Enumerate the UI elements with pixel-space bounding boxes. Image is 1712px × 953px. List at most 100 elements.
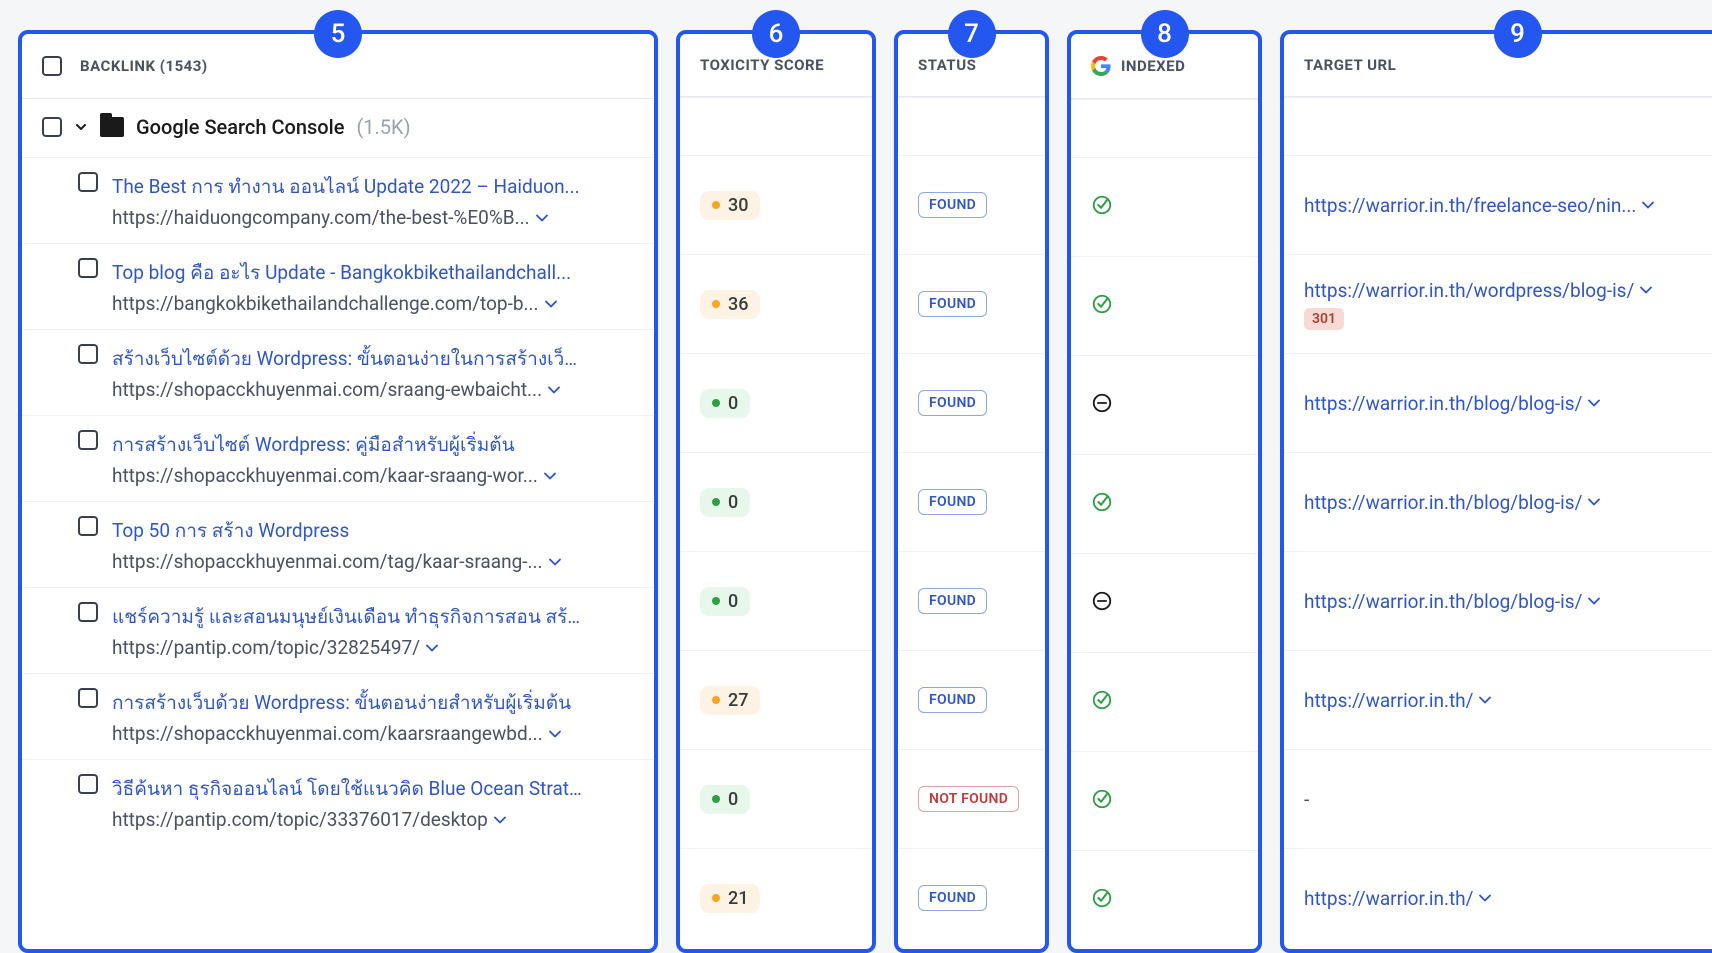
select-all-checkbox[interactable] xyxy=(42,56,62,76)
toxicity-pill: 0 xyxy=(700,488,750,517)
check-circle-icon xyxy=(1091,491,1113,518)
table-row xyxy=(1071,454,1258,553)
row-checkbox[interactable] xyxy=(78,430,98,450)
table-row xyxy=(1071,355,1258,454)
backlink-url[interactable]: https://bangkokbikethailandchallenge.com… xyxy=(112,292,539,315)
dot-icon xyxy=(712,795,720,803)
backlink-url[interactable]: https://shopacckhuyenmai.com/sraang-ewba… xyxy=(112,378,542,401)
caret-down-icon[interactable] xyxy=(1642,201,1654,209)
table-row: NOT FOUND xyxy=(898,749,1045,848)
dot-icon xyxy=(712,399,720,407)
callout-8: 8 xyxy=(1141,10,1189,58)
caret-down-icon[interactable] xyxy=(1588,597,1600,605)
target-url[interactable]: https://warrior.in.th/blog/blog-is/ xyxy=(1304,491,1582,514)
table-row: FOUND xyxy=(898,650,1045,749)
row-checkbox[interactable] xyxy=(78,774,98,794)
backlink-title[interactable]: The Best การ ทํางาน ออนไลน์ Update 2022 … xyxy=(112,172,582,202)
row-checkbox[interactable] xyxy=(78,172,98,192)
table-row: FOUND xyxy=(898,155,1045,254)
toxicity-pill: 0 xyxy=(700,389,750,418)
toxicity-value: 0 xyxy=(728,591,738,612)
toxicity-pill: 36 xyxy=(700,290,760,319)
table-row: 21 xyxy=(680,848,872,947)
table-row: วิธีค้นหา ธุรกิจออนไลน์ โดยใช้แนวคิด Blu… xyxy=(22,759,654,845)
callout-5: 5 xyxy=(314,10,362,58)
table-row xyxy=(1071,157,1258,256)
target-url[interactable]: https://warrior.in.th/freelance-seo/nin.… xyxy=(1304,194,1636,217)
target-url[interactable]: https://warrior.in.th/ xyxy=(1304,887,1473,910)
table-row xyxy=(1071,256,1258,355)
target-url[interactable]: https://warrior.in.th/blog/blog-is/ xyxy=(1304,392,1582,415)
dot-icon xyxy=(712,201,720,209)
table-row: FOUND xyxy=(898,848,1045,947)
target-url[interactable]: https://warrior.in.th/wordpress/blog-is/ xyxy=(1304,279,1634,302)
backlink-url[interactable]: https://shopacckhuyenmai.com/tag/kaar-sr… xyxy=(112,550,543,573)
backlink-title[interactable]: สร้างเว็บไซต์ด้วย Wordpress: ขั้นตอนง่าย… xyxy=(112,344,582,374)
backlink-url[interactable]: https://haiduongcompany.com/the-best-%E0… xyxy=(112,206,530,229)
backlink-title[interactable]: Top blog คือ อะไร Update - Bangkokbiketh… xyxy=(112,258,582,288)
toxicity-pill: 27 xyxy=(700,686,760,715)
table-row: 0 xyxy=(680,353,872,452)
status-badge: NOT FOUND xyxy=(918,786,1019,812)
status-badge: FOUND xyxy=(918,390,987,416)
table-row: Top 50 การ สร้าง Wordpress https://shopa… xyxy=(22,501,654,587)
target-url[interactable]: https://warrior.in.th/blog/blog-is/ xyxy=(1304,590,1582,613)
toxicity-value: 0 xyxy=(728,393,738,414)
table-row: 0 xyxy=(680,749,872,848)
backlink-title[interactable]: การสร้างเว็บไซต์ Wordpress: คู่มือสำหรับ… xyxy=(112,430,582,460)
table-row xyxy=(1071,751,1258,850)
check-circle-icon xyxy=(1091,689,1113,716)
group-label: Google Search Console xyxy=(136,115,344,139)
backlink-url[interactable]: https://shopacckhuyenmai.com/kaarsraange… xyxy=(112,722,543,745)
toxicity-value: 30 xyxy=(728,195,748,216)
col-toxicity: 6 TOXICITY SCORE 30 36 0 0 0 27 0 2 xyxy=(676,30,876,953)
backlink-url[interactable]: https://shopacckhuyenmai.com/kaar-sraang… xyxy=(112,464,538,487)
caret-down-icon[interactable] xyxy=(494,816,506,824)
caret-down-icon[interactable] xyxy=(549,558,561,566)
backlink-title[interactable]: การสร้างเว็บด้วย Wordpress: ขั้นตอนง่ายส… xyxy=(112,688,582,718)
group-spacer xyxy=(1284,97,1712,155)
group-spacer xyxy=(898,97,1045,155)
toxicity-pill: 0 xyxy=(700,587,750,616)
row-checkbox[interactable] xyxy=(78,516,98,536)
row-checkbox[interactable] xyxy=(78,688,98,708)
group-count: (1.5K) xyxy=(356,115,410,139)
backlink-title[interactable]: Top 50 การ สร้าง Wordpress xyxy=(112,516,582,546)
group-checkbox[interactable] xyxy=(42,117,62,137)
backlink-url[interactable]: https://pantip.com/topic/32825497/ xyxy=(112,636,420,659)
toxicity-pill: 30 xyxy=(700,191,760,220)
caret-down-icon[interactable] xyxy=(1640,286,1652,294)
chevron-down-icon[interactable] xyxy=(74,120,88,134)
table-row: 0 xyxy=(680,452,872,551)
caret-down-icon[interactable] xyxy=(1479,894,1491,902)
backlink-title[interactable]: วิธีค้นหา ธุรกิจออนไลน์ โดยใช้แนวคิด Blu… xyxy=(112,774,582,804)
callout-6: 6 xyxy=(752,10,800,58)
row-checkbox[interactable] xyxy=(78,602,98,622)
caret-down-icon[interactable] xyxy=(536,214,548,222)
target-url[interactable]: https://warrior.in.th/ xyxy=(1304,689,1473,712)
caret-down-icon[interactable] xyxy=(548,386,560,394)
table-row: FOUND xyxy=(898,254,1045,353)
caret-down-icon[interactable] xyxy=(1588,399,1600,407)
col-header-toxicity-label: TOXICITY SCORE xyxy=(700,56,824,74)
table-row: FOUND xyxy=(898,551,1045,650)
group-spacer xyxy=(1071,99,1258,157)
col-header-status-label: STATUS xyxy=(918,56,976,74)
group-row[interactable]: Google Search Console (1.5K) xyxy=(22,99,654,157)
dot-icon xyxy=(712,498,720,506)
col-header-target-label: TARGET URL xyxy=(1304,56,1396,74)
row-checkbox[interactable] xyxy=(78,258,98,278)
backlink-url[interactable]: https://pantip.com/topic/33376017/deskto… xyxy=(112,808,488,831)
google-icon xyxy=(1091,56,1111,76)
status-badge: FOUND xyxy=(918,291,987,317)
caret-down-icon[interactable] xyxy=(544,472,556,480)
dot-icon xyxy=(712,300,720,308)
caret-down-icon[interactable] xyxy=(1479,696,1491,704)
caret-down-icon[interactable] xyxy=(545,300,557,308)
backlink-title[interactable]: แชร์ความรู้ และสอนมนุษย์เงินเดือน ทำธุรก… xyxy=(112,602,582,632)
caret-down-icon[interactable] xyxy=(1588,498,1600,506)
caret-down-icon[interactable] xyxy=(426,644,438,652)
caret-down-icon[interactable] xyxy=(549,730,561,738)
table-row: 0 xyxy=(680,551,872,650)
row-checkbox[interactable] xyxy=(78,344,98,364)
